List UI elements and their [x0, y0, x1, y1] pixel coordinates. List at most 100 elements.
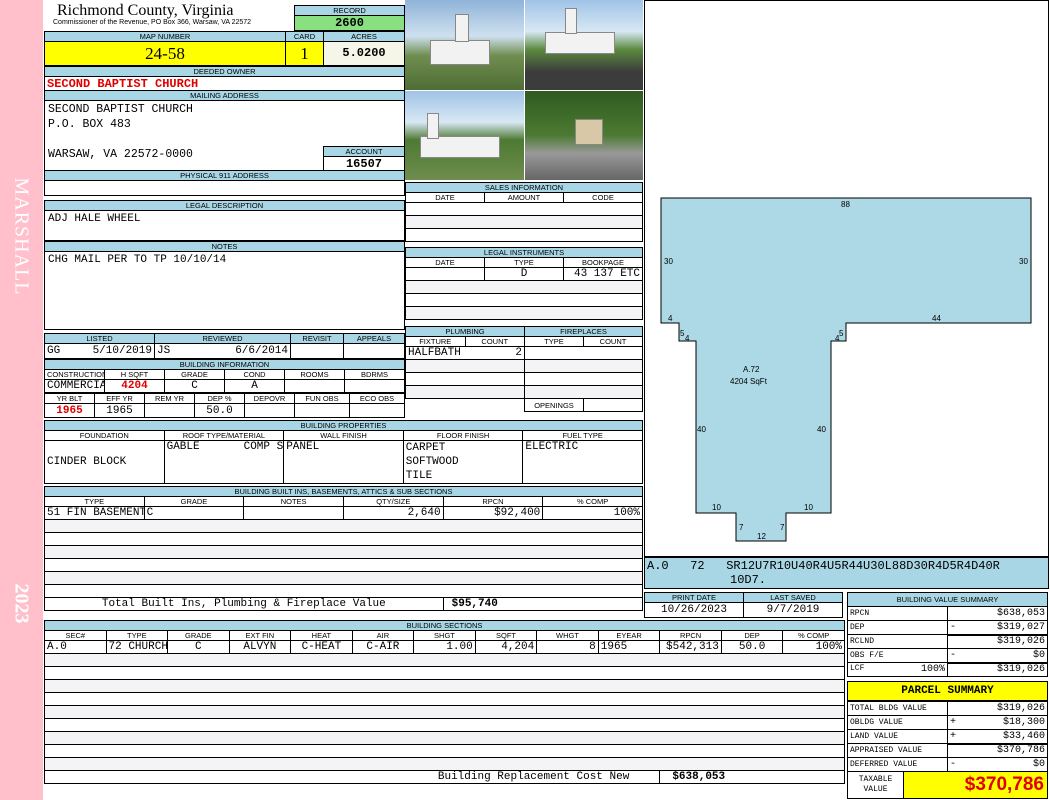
building-sections: BUILDING SECTIONS SEC# TYPE GRADE EXT FIN HE… [43, 620, 845, 784]
builtin-comp: 100% [542, 506, 643, 520]
taxable-value: $370,786 [904, 772, 1047, 798]
builtins-header: TYPE [44, 496, 145, 507]
taxable-label: VALUE [863, 785, 888, 794]
bi-header: EFF YR [94, 393, 145, 404]
depreciation-pct: 50.0 [194, 403, 245, 418]
heated-sqft: 4204 [104, 379, 165, 393]
property-photo-3[interactable] [405, 91, 524, 180]
dates: PRINT DATE LAST SAVED 10/26/2023 9/7/2019 [644, 592, 843, 618]
builtins-label: BUILDING BUILT INS, BASEMENTS, ATTICS & … [44, 486, 643, 497]
sketch-vector: A.0 72 SR12U7R10U40R4U5R44U30L88D30R4D5R… [644, 557, 1049, 589]
section-grade: C [167, 640, 230, 654]
fixture: HALFBATH [405, 346, 465, 360]
print-date-label: PRINT DATE [644, 592, 744, 603]
county-title: Richmond County, Virginia [57, 2, 234, 19]
builtin-grade: C [143, 506, 245, 520]
effective-year: 1965 [94, 403, 145, 418]
sections-header: EXT FIN [228, 630, 292, 641]
sales-label: SALES INFORMATION [405, 182, 643, 193]
sales-header: AMOUNT [484, 192, 564, 203]
area-sqft: 4204 SqFt [730, 377, 767, 386]
record-value: 2600 [294, 15, 405, 31]
dim-label: 7 [780, 523, 785, 532]
bi-header: DEP % [194, 393, 245, 404]
props-header: WALL FINISH [283, 430, 404, 441]
bi-header: FUN OBS [294, 393, 350, 404]
notes: CHG MAIL PER TO TP 10/10/14 [44, 251, 405, 330]
roof-type: GABLE [166, 441, 200, 454]
roof-material: COMP SHGLS [243, 441, 284, 454]
plumbing-header: FIXTURE [405, 336, 466, 347]
rooms [284, 379, 345, 393]
bvs-label: BUILDING VALUE SUMMARY [847, 592, 1048, 607]
bvs-sign: - [950, 621, 957, 633]
bvs-sign: - [950, 649, 957, 661]
dim-label: 40 [697, 425, 706, 434]
props-header: FOUNDATION [44, 430, 165, 441]
sales-information: SALES INFORMATION DATE AMOUNT CODE [405, 182, 643, 242]
parcel-key: OBLDG VALUE [847, 715, 948, 730]
section-shgt: 1.00 [413, 640, 476, 654]
fireplaces-label: FIREPLACES [524, 326, 643, 337]
mailing-line-2: P.O. BOX 483 [48, 118, 131, 131]
builtins-header: NOTES [243, 496, 344, 507]
fireplaces: FIREPLACES TYPE COUNT OPENINGS [524, 326, 643, 412]
bvs-key: RCLND [847, 634, 948, 649]
building-value-summary: BUILDING VALUE SUMMARY RPCN $638,053 DEP -… [847, 592, 1048, 677]
lcf-pct: 100% [920, 664, 945, 675]
acres-value: 5.0200 [323, 41, 405, 66]
instrument-bookpage: 43 137 ETC [563, 267, 643, 281]
parcel-value: $18,300 [1002, 717, 1045, 728]
dim-label: 5 [839, 329, 844, 338]
vector-string: SR12U7R10U40R4U5R44U30L88D30R4D5R4D40R [726, 559, 1000, 573]
openings-label: OPENINGS [524, 398, 584, 412]
district-name: MARSHALL [10, 177, 33, 296]
account-number: 16507 [323, 156, 405, 171]
dim-label: 5 [680, 329, 685, 338]
sections-header: GRADE [167, 630, 230, 641]
property-photo-2[interactable] [525, 0, 643, 90]
construction-style: COMMERCIAL [44, 379, 105, 393]
plumbing: PLUMBING FIXTURE COUNT HALFBATH 2 [405, 326, 525, 399]
section-ext-fin: ALVYN [228, 640, 292, 654]
dim-label: 88 [841, 200, 850, 209]
reviewed-header: REVIEWED [154, 333, 291, 344]
sections-header: WHGT [536, 630, 599, 641]
legal-instruments: LEGAL INSTRUMENTS DATE TYPE BOOKPAGE D 43 1… [405, 247, 643, 320]
fuel-type: ELECTRIC [522, 440, 643, 484]
parcel-sign: - [950, 759, 957, 770]
foundation: CINDER BLOCK [44, 440, 165, 484]
building-information: BUILDING INFORMATION CONSTRUCTION STYLEH… [44, 359, 405, 418]
props-header: FUEL TYPE [522, 430, 643, 441]
property-photo-1[interactable] [405, 0, 524, 90]
bvs-value: $319,026 [996, 664, 1045, 676]
builtin-type: 51 FIN BASEMENT [44, 506, 145, 520]
dim-label: 30 [664, 257, 673, 266]
area-label: A.72 [743, 365, 760, 374]
reviewed-date: 6/6/2014 [235, 345, 288, 357]
builtins-total-label: Total Built Ins, Plumbing & Fireplace Va… [44, 597, 444, 611]
section-whgt: 8 [536, 640, 599, 654]
floor-finish: SOFTWOOD [405, 456, 459, 468]
rcn-value: $638,053 [659, 770, 845, 784]
revisit-header: REVISIT [290, 333, 344, 344]
parcel-key: APPRAISED VALUE [847, 743, 948, 758]
card-number: 1 [285, 41, 324, 66]
bi-header: CONSTRUCTION STYLE [44, 369, 105, 380]
sections-header: SHGT [413, 630, 476, 641]
props-label: BUILDING PROPERTIES [44, 420, 643, 431]
builtins-header: GRADE [143, 496, 245, 507]
property-photo-4[interactable] [525, 91, 643, 180]
floor-finish: TILE [405, 470, 433, 482]
year-built: 1965 [44, 403, 95, 418]
section-rpcn: $542,313 [659, 640, 722, 654]
sketch-area[interactable]: 88 30 30 4 44 5 4 4 5 A.72 4204 SqFt 40 … [644, 0, 1049, 557]
bi-header: ECO OBS [349, 393, 405, 404]
bedrooms [344, 379, 405, 393]
sections-header: SQFT [474, 630, 538, 641]
bi-header: COND [224, 369, 285, 380]
listed-date: 5/10/2019 [92, 345, 152, 357]
sections-header: EYEAR [597, 630, 661, 641]
bvs-key: RPCN [847, 606, 948, 621]
side-strip [0, 0, 43, 800]
